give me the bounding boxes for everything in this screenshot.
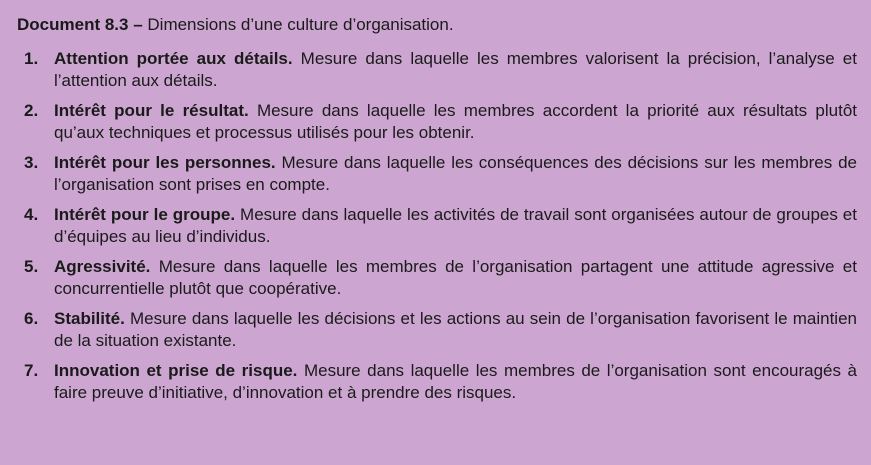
item-term: Innovation et prise de risque.	[54, 361, 298, 380]
item-number: 6.	[24, 309, 39, 328]
dimensions-list: 1. Attention portée aux détails. Mesure …	[14, 48, 857, 404]
item-description: Mesure dans laquelle les membres de l’or…	[54, 257, 857, 298]
item-number: 7.	[24, 361, 39, 380]
item-number: 2.	[24, 101, 39, 120]
item-number: 3.	[24, 153, 39, 172]
item-term: Intérêt pour les personnes.	[54, 153, 276, 172]
document-label: Document 8.3 –	[17, 15, 143, 34]
item-term: Stabilité.	[54, 309, 125, 328]
list-item: 2. Intérêt pour le résultat. Mesure dans…	[14, 100, 857, 144]
list-item: 3. Intérêt pour les personnes. Mesure da…	[14, 152, 857, 196]
list-item: 4. Intérêt pour le groupe. Mesure dans l…	[14, 204, 857, 248]
item-description: Mesure dans laquelle les décisions et le…	[54, 309, 857, 350]
item-number: 1.	[24, 49, 39, 68]
item-term: Intérêt pour le résultat.	[54, 101, 249, 120]
list-item: 7. Innovation et prise de risque. Mesure…	[14, 360, 857, 404]
item-term: Attention portée aux détails.	[54, 49, 293, 68]
item-number: 5.	[24, 257, 39, 276]
document-caption: Document 8.3 – Dimensions d’une culture …	[17, 14, 857, 36]
document-panel: Document 8.3 – Dimensions d’une culture …	[0, 0, 871, 465]
document-title: Dimensions d’une culture d’organisation.	[147, 15, 454, 34]
list-item: 1. Attention portée aux détails. Mesure …	[14, 48, 857, 92]
list-item: 5. Agressivité. Mesure dans laquelle les…	[14, 256, 857, 300]
list-item: 6. Stabilité. Mesure dans laquelle les d…	[14, 308, 857, 352]
item-number: 4.	[24, 205, 39, 224]
item-term: Agressivité.	[54, 257, 151, 276]
item-term: Intérêt pour le groupe.	[54, 205, 236, 224]
